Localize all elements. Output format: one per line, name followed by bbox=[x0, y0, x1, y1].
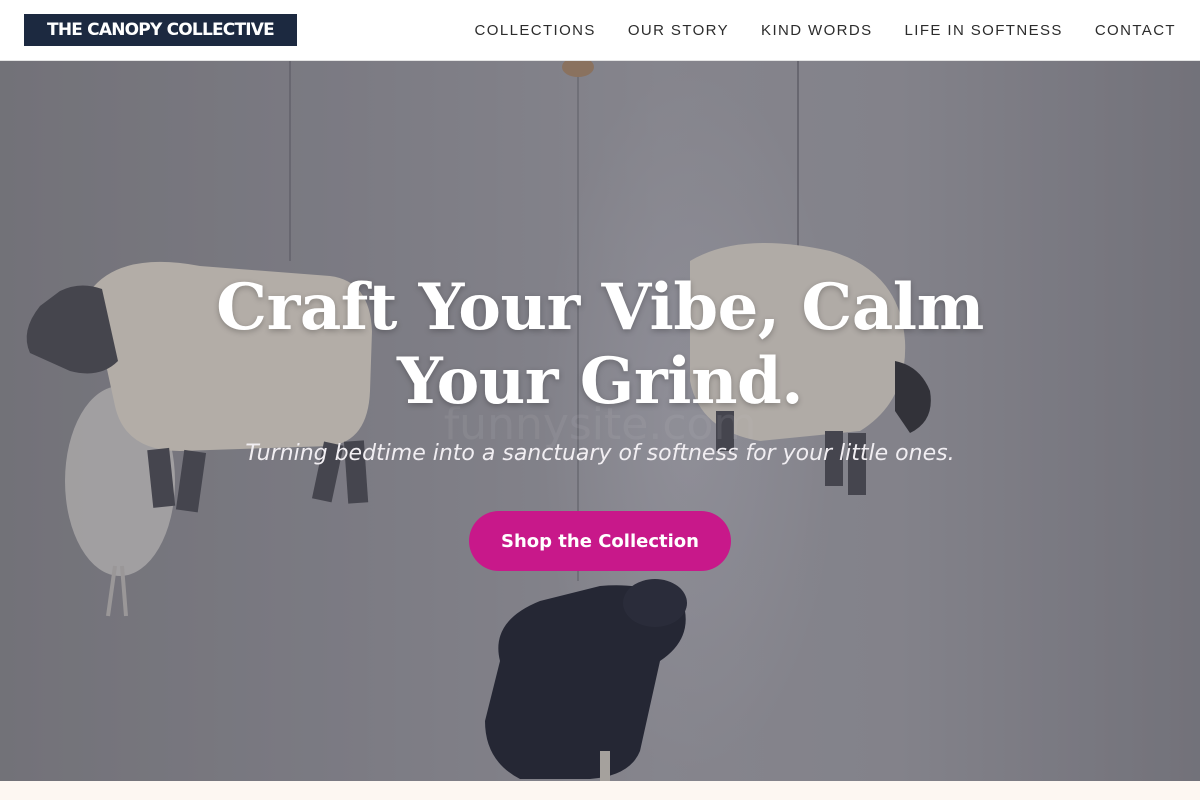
hero-section: funnysite.com Craft Your Vibe, Calm Your… bbox=[0, 61, 1200, 781]
next-section-edge bbox=[0, 781, 1200, 800]
hero-content: Craft Your Vibe, Calm Your Grind. Turnin… bbox=[0, 61, 1200, 781]
site-header: THE CANOPY COLLECTIVE COLLECTIONS OUR ST… bbox=[0, 0, 1200, 61]
hero-headline: Craft Your Vibe, Calm Your Grind. bbox=[216, 270, 984, 419]
hero-subheadline: Turning bedtime into a sanctuary of soft… bbox=[245, 441, 955, 466]
nav-item-collections[interactable]: COLLECTIONS bbox=[475, 22, 596, 39]
main-nav: COLLECTIONS OUR STORY KIND WORDS LIFE IN… bbox=[475, 0, 1176, 60]
nav-item-kind-words[interactable]: KIND WORDS bbox=[761, 22, 873, 39]
shop-collection-button[interactable]: Shop the Collection bbox=[469, 511, 731, 571]
brand-logo[interactable]: THE CANOPY COLLECTIVE bbox=[24, 14, 297, 46]
nav-item-contact[interactable]: CONTACT bbox=[1095, 22, 1176, 39]
nav-item-life-in-softness[interactable]: LIFE IN SOFTNESS bbox=[905, 22, 1063, 39]
nav-item-our-story[interactable]: OUR STORY bbox=[628, 22, 729, 39]
